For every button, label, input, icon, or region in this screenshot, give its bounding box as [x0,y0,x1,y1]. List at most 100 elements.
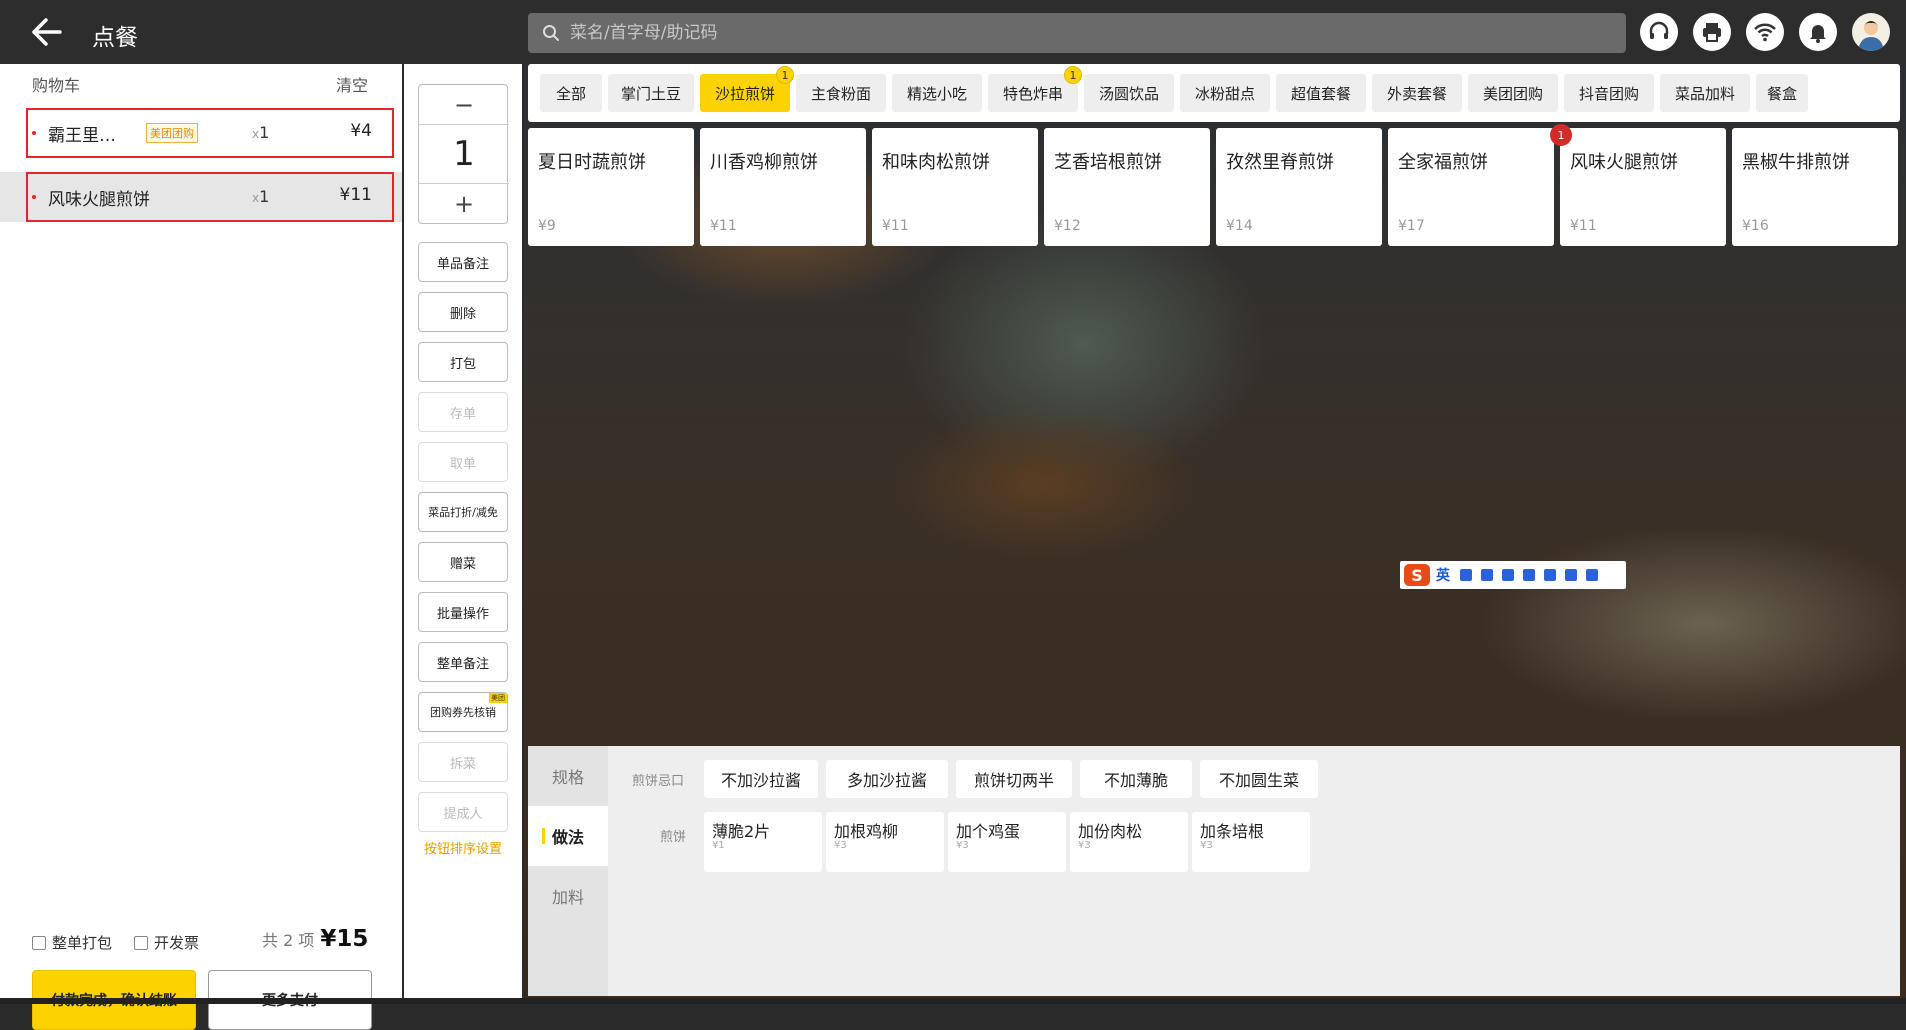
category-tab[interactable]: 餐盒 [1756,74,1808,112]
action-button-label: 单品备注 [436,256,489,272]
option-panel: 规格 做法 加料 煎饼忌口 煎饼 不加沙拉酱 多加沙拉酱 煎饼切两半 不加薄脆 不加圆生… [528,746,1900,996]
ime-mic-icon[interactable] [1481,569,1493,581]
cart-item[interactable]: 风味火腿煎饼 x1 ¥11 [0,172,402,222]
option-chip[interactable]: 加个鸡蛋 ¥3 [948,812,1066,872]
option-chip[interactable]: 煎饼切两半 [956,760,1072,798]
action-button[interactable]: 团购券先核销 美团 [418,692,508,732]
option-chip[interactable]: 加根鸡柳 ¥3 [826,812,944,872]
ime-settings-icon[interactable] [1586,569,1598,581]
option-chip[interactable]: 多加沙拉酱 [826,760,948,798]
action-button-label: 存单 [449,406,476,422]
action-button[interactable]: 取单 [418,442,508,482]
dish-price: ¥14 [1226,218,1253,234]
ime-mode[interactable]: 英 [1436,565,1450,585]
category-tab[interactable]: 冰粉甜点 [1180,74,1270,112]
action-button[interactable]: 打包 [418,342,508,382]
action-button[interactable]: 赠菜 [418,542,508,582]
qty-value: 1 [259,123,270,142]
category-tab[interactable]: 全部 [540,74,602,112]
option-name: 多加沙拉酱 [846,771,927,790]
increase-button[interactable]: + [419,183,509,223]
dish-name: 全家福煎饼 [1398,152,1488,173]
action-button[interactable]: 删除 [418,292,508,332]
ime-punct-icon[interactable] [1460,569,1472,581]
dish-card[interactable]: 黑椒牛排煎饼 ¥16 [1732,128,1898,246]
action-button[interactable]: 整单备注 [418,642,508,682]
action-button-label: 提成人 [443,806,483,822]
ime-game-icon[interactable] [1544,569,1556,581]
action-button[interactable]: 存单 [418,392,508,432]
tab-spec[interactable]: 规格 [528,746,608,806]
action-button-label: 整单备注 [436,656,489,672]
dish-card[interactable]: 芝香培根煎饼 ¥12 [1044,128,1210,246]
action-button[interactable]: 拆菜 [418,742,508,782]
tab-toppings[interactable]: 加料 [528,866,608,926]
action-button-label: 赠菜 [449,556,476,572]
headset-icon[interactable] [1640,13,1678,51]
dish-name: 川香鸡柳煎饼 [710,152,818,173]
category-tab[interactable]: 美团团购 [1468,74,1558,112]
category-tab[interactable]: 掌门土豆 [608,74,694,112]
avatar[interactable] [1852,13,1890,51]
option-price: ¥1 [712,840,725,851]
dish-name: 孜然里脊煎饼 [1226,152,1334,173]
category-tab[interactable]: 汤圆饮品 [1084,74,1174,112]
dish-card[interactable]: 川香鸡柳煎饼 ¥11 [700,128,866,246]
button-sort-settings-link[interactable]: 按钮排序设置 [418,838,508,857]
dish-card[interactable]: 全家福煎饼 ¥17 [1388,128,1554,246]
category-label: 美团团购 [1482,84,1543,103]
search-box[interactable] [528,13,1626,53]
clear-cart-button[interactable]: 清空 [336,72,368,96]
dish-card[interactable]: 和味肉松煎饼 ¥11 [872,128,1038,246]
checkbox-box[interactable] [32,935,46,950]
action-button[interactable]: 单品备注 [418,242,508,282]
option-chip[interactable]: 不加圆生菜 [1200,760,1318,798]
printer-icon[interactable] [1693,13,1731,51]
whole-pack-checkbox[interactable]: 整单打包 [32,932,112,953]
option-chip[interactable]: 加份肉松 ¥3 [1070,812,1188,872]
dish-card[interactable]: 孜然里脊煎饼 ¥14 [1216,128,1382,246]
category-label: 主食粉面 [810,84,871,103]
option-chip[interactable]: 不加沙拉酱 [704,760,818,798]
category-tab[interactable]: 抖音团购 [1564,74,1654,112]
wifi-icon[interactable] [1746,13,1784,51]
dish-card[interactable]: 夏日时蔬煎饼 ¥9 [528,128,694,246]
bell-icon[interactable] [1799,13,1837,51]
back-arrow-icon[interactable] [30,16,64,48]
dish-name: 和味肉松煎饼 [882,152,990,173]
dish-card[interactable]: 风味火腿煎饼 ¥11 [1560,128,1726,246]
cart-item[interactable]: 霸王里… 美团团购 x1 ¥4 [0,108,402,158]
dish-name: 风味火腿煎饼 [1570,152,1678,173]
option-price: ¥3 [834,840,847,851]
tab-method[interactable]: 做法 [528,806,608,866]
option-chip[interactable]: 薄脆2片 ¥1 [704,812,822,872]
category-tab[interactable]: 超值套餐 [1276,74,1366,112]
action-button[interactable]: 批量操作 [418,592,508,632]
pos-app: 点餐 购物车 清空 霸王里… 美团团购 [0,0,1906,1030]
action-button-label: 批量操作 [436,606,489,622]
action-button[interactable]: 提成人 [418,792,508,832]
option-name: 加条培根 [1200,822,1265,841]
ime-toolbar[interactable]: S 英 [1400,561,1626,589]
option-name: 加份肉松 [1078,822,1143,841]
invoice-checkbox[interactable]: 开发票 [134,932,199,953]
category-label: 抖音团购 [1578,84,1639,103]
category-tab[interactable]: 外卖套餐 [1372,74,1462,112]
ime-apps-icon[interactable] [1565,569,1577,581]
category-count-badge: 1 [776,66,794,84]
checkbox-box[interactable] [134,935,148,950]
option-chip[interactable]: 不加薄脆 [1080,760,1192,798]
ime-keyboard-icon[interactable] [1502,569,1514,581]
category-label: 特色炸串 [1002,84,1063,103]
category-tab[interactable]: 菜品加料 [1660,74,1750,112]
decrease-button[interactable]: − [419,85,509,125]
option-chip[interactable]: 加条培根 ¥3 [1192,812,1310,872]
ime-skin-icon[interactable] [1523,569,1535,581]
category-tab[interactable]: 精选小吃 [892,74,982,112]
search-input[interactable] [570,17,1610,49]
bottom-strip [0,998,1906,1004]
category-tab[interactable]: 主食粉面 [796,74,886,112]
action-button[interactable]: 菜品打折/减免 [418,492,508,532]
top-bar: 点餐 [0,0,1906,64]
total-count: 共 2 项 [262,931,315,950]
